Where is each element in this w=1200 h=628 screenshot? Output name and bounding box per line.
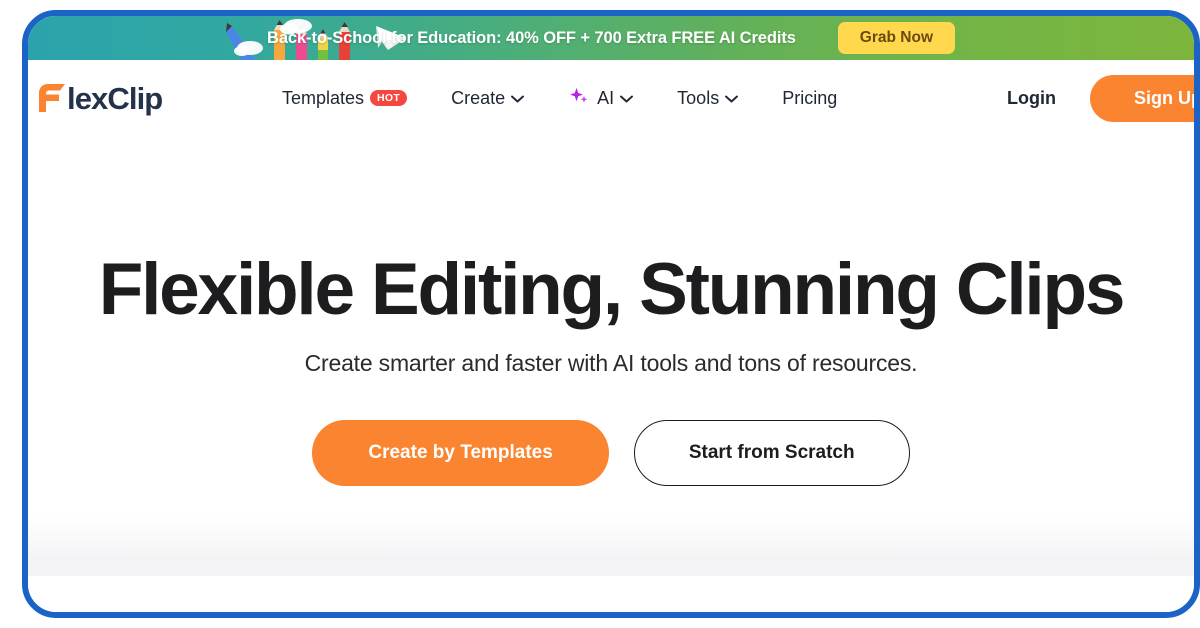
grab-now-button[interactable]: Grab Now — [837, 22, 955, 54]
page-bottom-area — [28, 576, 1194, 612]
hero-section: Flexible Editing, Stunning Clips Create … — [28, 136, 1194, 514]
promo-banner-text: Back-to-School for Education: 40% OFF + … — [267, 28, 796, 47]
hot-badge: HOT — [370, 90, 408, 106]
flexclip-logo[interactable]: lexClip — [36, 80, 163, 116]
nav-label-pricing: Pricing — [782, 87, 838, 108]
start-from-scratch-button[interactable]: Start from Scratch — [633, 419, 910, 486]
browser-frame: Back-to-School for Education: 40% OFF + … — [22, 10, 1200, 618]
promo-banner: Back-to-School for Education: 40% OFF + … — [28, 16, 1194, 60]
chevron-down-icon — [725, 95, 739, 103]
flexclip-logo-text: lexClip — [67, 80, 163, 116]
below-fold-divider — [28, 514, 1194, 576]
create-by-templates-button[interactable]: Create by Templates — [312, 419, 609, 486]
nav-item-templates[interactable]: Templates HOT — [260, 88, 429, 109]
header-actions: Login Sign Up — [1007, 74, 1194, 122]
chevron-down-icon — [511, 95, 525, 103]
flexclip-f-icon — [39, 84, 65, 112]
nav-label-tools: Tools — [677, 87, 720, 108]
sparkle-icon — [570, 88, 588, 103]
hero-cta-group: Create by Templates Start from Scratch — [312, 419, 910, 486]
hero-subtitle: Create smarter and faster with AI tools … — [304, 349, 918, 376]
nav-label-create: Create — [451, 87, 506, 108]
nav-label-ai: AI — [597, 87, 615, 108]
main-navigation: Templates HOT Create AI Tools Pricing — [260, 87, 859, 109]
hero-title: Flexible Editing, Stunning Clips — [98, 249, 1126, 330]
chevron-down-icon — [620, 95, 634, 103]
signup-button[interactable]: Sign Up — [1090, 74, 1194, 122]
nav-item-pricing[interactable]: Pricing — [760, 88, 859, 109]
nav-item-create[interactable]: Create — [429, 88, 546, 109]
nav-label-templates: Templates — [282, 87, 365, 108]
login-link[interactable]: Login — [1007, 88, 1056, 109]
nav-item-ai[interactable]: AI — [546, 87, 655, 109]
site-header: lexClip Templates HOT Create AI Tools Pr… — [28, 60, 1194, 136]
nav-item-tools[interactable]: Tools — [655, 88, 760, 109]
